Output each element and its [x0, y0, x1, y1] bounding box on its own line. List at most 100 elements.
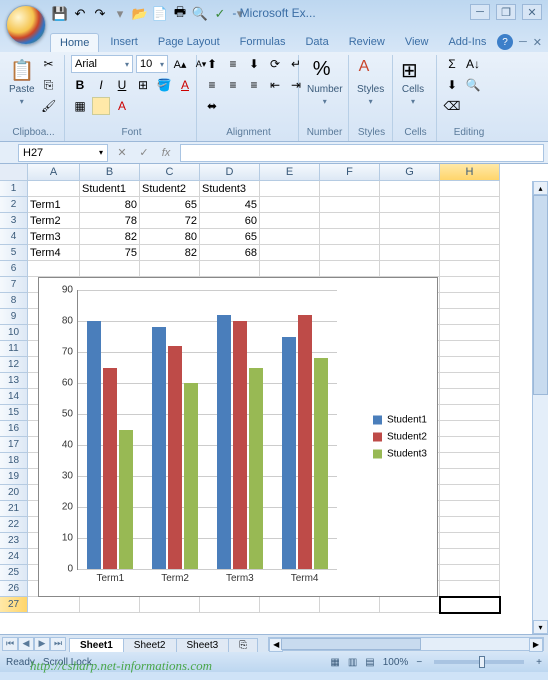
font-color2-icon[interactable]: A: [113, 97, 131, 115]
cell-G2[interactable]: [380, 197, 440, 213]
cell-H25[interactable]: [440, 565, 500, 581]
col-header-B[interactable]: B: [80, 164, 140, 181]
cell-H15[interactable]: [440, 405, 500, 421]
cell-H14[interactable]: [440, 389, 500, 405]
fill-color-icon[interactable]: 🪣: [155, 76, 173, 94]
hscroll-thumb[interactable]: [281, 638, 421, 650]
cut-icon[interactable]: ✂: [40, 55, 58, 73]
cell-H9[interactable]: [440, 309, 500, 325]
spell-icon[interactable]: ✓: [212, 6, 228, 22]
ribbon-minimize[interactable]: ─: [519, 36, 527, 48]
row-header-24[interactable]: 24: [0, 549, 28, 565]
office-button[interactable]: [6, 5, 46, 45]
cell-F5[interactable]: [320, 245, 380, 261]
scroll-down-icon[interactable]: ▾: [533, 620, 548, 634]
cell-F2[interactable]: [320, 197, 380, 213]
chart-legend[interactable]: Student1Student2Student3: [373, 409, 427, 466]
paste-button[interactable]: 📋 Paste ▾: [7, 55, 37, 109]
cell-C6[interactable]: [140, 261, 200, 277]
cell-F1[interactable]: [320, 181, 380, 197]
cell-G4[interactable]: [380, 229, 440, 245]
hscroll-right-icon[interactable]: ▶: [529, 638, 543, 652]
cell-H7[interactable]: [440, 277, 500, 293]
bar-Student3-Term4[interactable]: [314, 358, 328, 569]
cell-H26[interactable]: [440, 581, 500, 597]
bold-button[interactable]: B: [71, 76, 89, 94]
bar-Student2-Term4[interactable]: [298, 315, 312, 569]
autosum-icon[interactable]: Σ: [443, 55, 461, 73]
cell-C1[interactable]: Student2: [140, 181, 200, 197]
cell-B2[interactable]: 80: [80, 197, 140, 213]
border-icon[interactable]: ⊞: [134, 76, 152, 94]
copy-icon[interactable]: ⎘: [40, 76, 58, 94]
horizontal-scrollbar[interactable]: ◀ ▶: [268, 637, 544, 651]
bar-Student2-Term2[interactable]: [168, 346, 182, 569]
redo-icon[interactable]: ↷: [92, 6, 108, 22]
cell-H19[interactable]: [440, 469, 500, 485]
tab-home[interactable]: Home: [50, 33, 99, 52]
cell-E27[interactable]: [260, 597, 320, 613]
bar-Student1-Term3[interactable]: [217, 315, 231, 569]
worksheet-grid[interactable]: ABCDEFGH 1234567891011121314151617181920…: [0, 164, 548, 634]
cell-E6[interactable]: [260, 261, 320, 277]
undo-icon[interactable]: ↶: [72, 6, 88, 22]
cell-D27[interactable]: [200, 597, 260, 613]
cell-E1[interactable]: [260, 181, 320, 197]
cell-H3[interactable]: [440, 213, 500, 229]
row-header-21[interactable]: 21: [0, 501, 28, 517]
cell-F4[interactable]: [320, 229, 380, 245]
row-header-6[interactable]: 6: [0, 261, 28, 277]
row-header-18[interactable]: 18: [0, 453, 28, 469]
align-center-icon[interactable]: ≡: [224, 76, 242, 94]
sheet-tab-sheet1[interactable]: Sheet1: [69, 638, 124, 652]
row-header-27[interactable]: 27: [0, 597, 28, 613]
cell-H17[interactable]: [440, 437, 500, 453]
row-header-3[interactable]: 3: [0, 213, 28, 229]
cell-H10[interactable]: [440, 325, 500, 341]
bar-Student1-Term4[interactable]: [282, 337, 296, 570]
sheet-tab-sheet3[interactable]: Sheet3: [176, 638, 230, 652]
cell-A1[interactable]: [28, 181, 80, 197]
view-normal-icon[interactable]: ▦: [330, 657, 339, 668]
tab-first-icon[interactable]: ⏮: [2, 637, 18, 651]
cell-H4[interactable]: [440, 229, 500, 245]
cell-H1[interactable]: [440, 181, 500, 197]
cell-D3[interactable]: 60: [200, 213, 260, 229]
row-header-5[interactable]: 5: [0, 245, 28, 261]
cell-C2[interactable]: 65: [140, 197, 200, 213]
cell-D6[interactable]: [200, 261, 260, 277]
print-icon[interactable]: 🖶: [172, 6, 188, 22]
scroll-thumb[interactable]: [533, 195, 548, 395]
restore-button[interactable]: ❐: [496, 4, 516, 20]
cell-C27[interactable]: [140, 597, 200, 613]
tab-review[interactable]: Review: [340, 33, 394, 52]
row-header-23[interactable]: 23: [0, 533, 28, 549]
col-header-E[interactable]: E: [260, 164, 320, 181]
save-icon[interactable]: 💾: [52, 6, 68, 22]
styles-button[interactable]: A Styles ▾: [355, 55, 386, 109]
bar-Student1-Term1[interactable]: [87, 321, 101, 569]
tab-formulas[interactable]: Formulas: [231, 33, 295, 52]
cell-G27[interactable]: [380, 597, 440, 613]
row-header-8[interactable]: 8: [0, 293, 28, 309]
preview-icon[interactable]: 🔍: [192, 6, 208, 22]
row-header-7[interactable]: 7: [0, 277, 28, 293]
ribbon-close[interactable]: ✕: [533, 36, 542, 49]
cell-D2[interactable]: 45: [200, 197, 260, 213]
font-name-combo[interactable]: Arial▾: [71, 55, 133, 73]
view-break-icon[interactable]: ▤: [365, 657, 374, 668]
row-header-26[interactable]: 26: [0, 581, 28, 597]
cell-C4[interactable]: 80: [140, 229, 200, 245]
italic-button[interactable]: I: [92, 76, 110, 94]
borders-icon[interactable]: ▦: [71, 97, 89, 115]
cell-H18[interactable]: [440, 453, 500, 469]
cell-F27[interactable]: [320, 597, 380, 613]
row-header-25[interactable]: 25: [0, 565, 28, 581]
cell-B3[interactable]: 78: [80, 213, 140, 229]
help-icon[interactable]: ?: [497, 34, 513, 50]
cell-G1[interactable]: [380, 181, 440, 197]
bar-Student3-Term2[interactable]: [184, 383, 198, 569]
font-color-icon[interactable]: A: [176, 76, 194, 94]
cell-E2[interactable]: [260, 197, 320, 213]
cell-A27[interactable]: [28, 597, 80, 613]
